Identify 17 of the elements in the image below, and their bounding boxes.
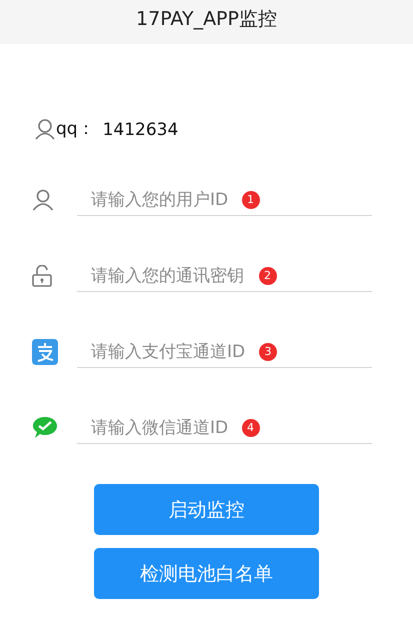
window-title: 17PAY_APP监控 [136, 7, 277, 32]
action-button[interactable]: 检测电池白名单 [94, 548, 319, 599]
number-badge: 4 [242, 418, 260, 436]
input-field[interactable]: 请输入支付宝通道ID [77, 342, 255, 362]
action-button[interactable]: 启动监控 [94, 484, 319, 535]
user-icon [34, 118, 56, 140]
user-icon [32, 189, 54, 211]
chat-bubble-check-icon [32, 416, 58, 440]
account-label: qq： [56, 118, 95, 140]
lock-icon [32, 265, 52, 287]
input-field[interactable]: 请输入微信通道ID [77, 418, 238, 438]
number-badge: 2 [258, 266, 276, 284]
account-value: 1412634 [102, 120, 178, 140]
number-badge: 3 [259, 342, 277, 360]
input-field[interactable]: 请输入您的通讯密钥 [77, 266, 254, 286]
input-field[interactable]: 请输入您的用户ID [77, 190, 238, 210]
number-badge: 1 [242, 190, 260, 208]
